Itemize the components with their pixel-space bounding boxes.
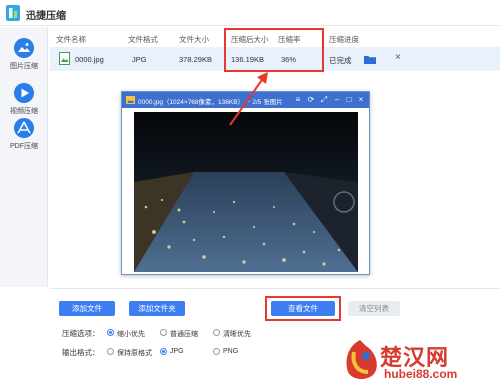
file-format: JPG [132,55,147,64]
preview-title-bar[interactable]: 0000.jpg（1024×768像素，136KB）－ 2/5 张图片 ≡ ⟳ … [122,92,369,108]
watermark-url: hubei88.com [384,367,458,381]
compress-status: 已完成 [329,56,352,65]
sidebar-item-label: 视频压缩 [10,108,38,115]
radio-compress-clear[interactable] [213,329,220,336]
radio-label: 缩小优先 [117,331,145,338]
clear-list-button[interactable]: 清空列表 [348,301,400,316]
output-format-label: 输出格式： [62,348,100,357]
sidebar-item-label: PDF压缩 [10,143,38,150]
radio-output-jpg[interactable] [160,348,167,355]
watermark: 楚汉网 hubei88.com [340,336,500,387]
radio-label: JPG [170,348,184,355]
watermark-logo-icon [346,340,377,380]
column-header-progress[interactable]: 压缩进度 [329,34,359,45]
title-bar: 迅捷压缩 [0,0,500,26]
video-icon [14,83,34,103]
app-title: 迅捷压缩 [26,11,66,22]
fit-icon[interactable]: ⤢ [319,95,329,105]
radio-compress-small[interactable] [107,329,114,336]
radio-output-png[interactable] [213,348,220,355]
radio-label: 保持原格式 [117,350,152,357]
sidebar-item-pdf-compress[interactable]: PDF压缩 [0,117,48,157]
image-preview-window[interactable]: 0000.jpg（1024×768像素，136KB）－ 2/5 张图片 ≡ ⟳ … [121,91,370,275]
close-icon[interactable]: × [356,95,366,105]
sidebar: 图片压缩 视频压缩 PDF压缩 [0,27,48,287]
close-icon[interactable]: × [395,52,401,63]
minimize-icon[interactable]: – [332,95,342,105]
preview-title: 0000.jpg（1024×768像素，136KB）－ 2/5 张图片 [138,99,283,106]
sidebar-item-label: 图片压缩 [10,63,38,70]
column-header-name[interactable]: 文件名称 [56,34,86,45]
pin-icon[interactable]: ≡ [293,95,303,105]
radio-output-original[interactable] [107,348,114,355]
pdf-icon [14,118,34,138]
file-name: 0000.jpg [75,55,104,64]
radio-label: 清晰优先 [223,331,251,338]
highlight-compression-result [224,28,324,72]
compress-options-label: 压缩选项： [62,329,100,338]
add-file-button[interactable]: 添加文件 [59,301,115,316]
sidebar-item-video-compress[interactable]: 视频压缩 [0,82,48,122]
highlight-view-files [265,296,341,321]
image-file-icon [59,52,70,65]
maximize-icon[interactable]: □ [344,95,354,105]
preview-photo [134,112,358,272]
rotate-icon[interactable]: ⟳ [306,95,316,105]
radio-compress-normal[interactable] [160,329,167,336]
file-size: 378.29KB [179,55,212,64]
image-icon [14,38,34,58]
radio-label: PNG [223,348,239,355]
add-folder-button[interactable]: 添加文件夹 [129,301,185,316]
column-header-format[interactable]: 文件格式 [128,34,158,45]
app-logo-icon [6,5,20,21]
sidebar-item-image-compress[interactable]: 图片压缩 [0,37,48,77]
column-header-size[interactable]: 文件大小 [179,34,209,45]
radio-label: 普通压缩 [170,331,198,338]
preview-app-icon [126,96,135,104]
folder-icon[interactable] [364,55,376,64]
